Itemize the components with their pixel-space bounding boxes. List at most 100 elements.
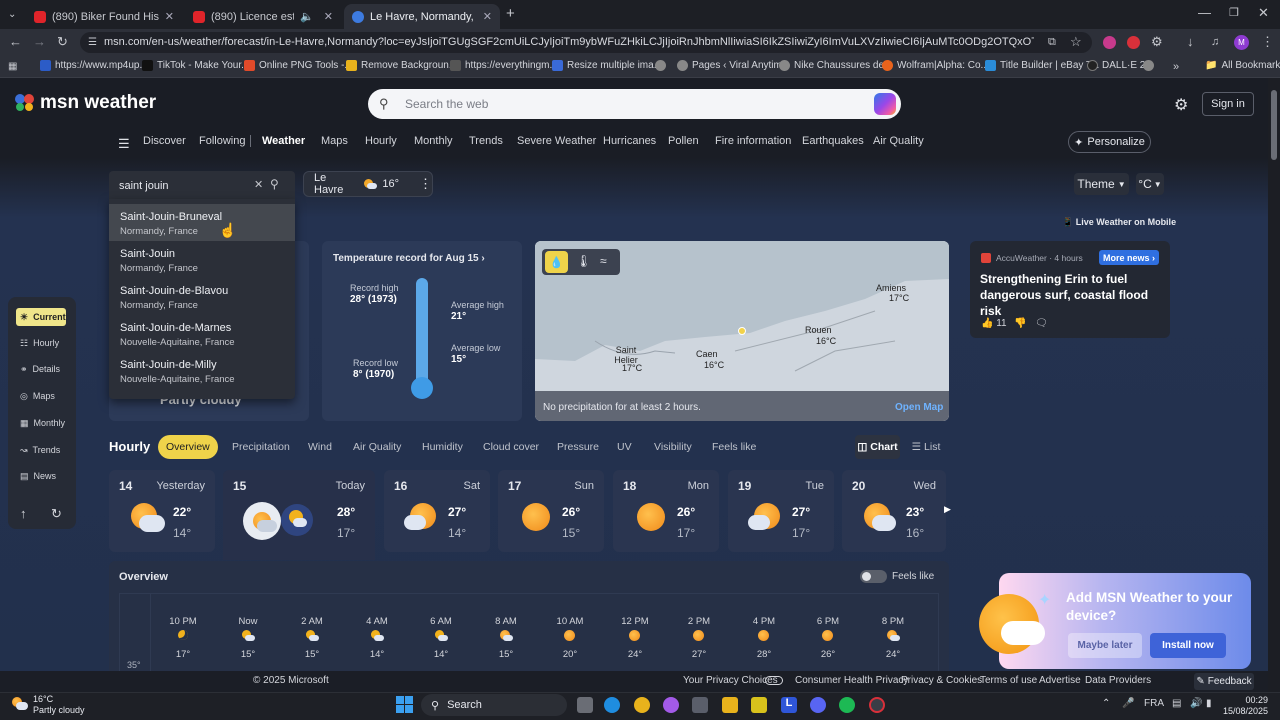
nav-following[interactable]: Following [199,135,245,147]
close-tab-icon[interactable]: ✕ [165,10,174,23]
nav-weather[interactable]: Weather [262,135,305,147]
tab-pressure[interactable]: Pressure [549,435,607,459]
new-tab-icon[interactable]: + [506,6,515,21]
bookmark-item[interactable]: https://everythingm... [450,60,558,71]
data-providers-link[interactable]: Data Providers [1085,675,1151,686]
feedback-button[interactable]: ✎ Feedback [1194,673,1254,690]
more-bookmarks-icon[interactable]: » [1173,60,1179,74]
refresh-icon[interactable]: ↻ [51,506,62,522]
nav-hourly[interactable]: Hourly [365,135,397,147]
tab-precipitation[interactable]: Precipitation [224,435,298,459]
extension-icon[interactable] [1103,36,1116,49]
install-app-icon[interactable]: ⧉ [1048,35,1056,49]
tab-search-icon[interactable]: ⌄ [8,8,16,22]
close-tab-icon[interactable]: ✕ [483,10,492,23]
media-icon[interactable]: ♫ [1211,35,1219,49]
nav-severe-weather[interactable]: Severe Weather [517,135,596,147]
unit-dropdown[interactable]: °C ▼ [1136,173,1164,195]
store-icon[interactable] [692,697,708,713]
close-window-icon[interactable]: ✕ [1258,6,1269,20]
tab-visibility[interactable]: Visibility [646,435,700,459]
next-days-arrow-icon[interactable]: ▶ [944,504,956,520]
personalize-button[interactable]: ✦ Personalize [1068,131,1151,153]
discord-icon[interactable] [810,697,826,713]
bookmark-item[interactable] [1143,60,1154,71]
l-app-icon[interactable]: L [781,697,797,713]
tab-2[interactable]: (890) Licence est interview 🔈 ✕ [185,4,341,29]
search-icon[interactable]: ⚲ [270,177,279,191]
maximize-icon[interactable]: ❐ [1229,6,1239,20]
sidenav-monthly[interactable]: ▦ Monthly [16,414,68,432]
taskbar-search[interactable]: ⚲ Search [421,694,567,716]
minimize-icon[interactable]: — [1198,6,1211,20]
health-privacy-link[interactable]: Consumer Health Privacy [795,675,908,686]
chevron-up-icon[interactable]: ⌃ [1102,698,1110,709]
sidenav-news[interactable]: ▤ News [16,467,68,485]
tab-air-quality[interactable]: Air Quality [345,435,409,459]
nav-trends[interactable]: Trends [469,135,503,147]
bookmark-item[interactable]: https://www.mp4up... [40,60,148,71]
precipitation-layer-icon[interactable]: 💧 [545,251,568,273]
back-icon[interactable]: ← [9,35,22,49]
app-icon[interactable] [869,697,885,713]
copilot-taskbar-icon[interactable] [663,697,679,713]
comment-icon[interactable]: 🗨 [1035,318,1048,329]
bookmark-star-icon[interactable]: ☆ [1070,35,1082,49]
dislike-icon[interactable]: 👎 [1014,318,1026,329]
windows-start-icon[interactable] [396,696,413,713]
scroll-top-icon[interactable]: ↑ [20,506,27,521]
taskbar-weather-widget[interactable]: 16°C Partly cloudy [33,694,85,716]
sidenav-maps[interactable]: ◎ Maps [16,387,68,405]
nav-hurricanes[interactable]: Hurricanes [603,135,656,147]
download-icon[interactable]: ↓ [1187,35,1194,49]
tab-uv[interactable]: UV [609,435,640,459]
nav-monthly[interactable]: Monthly [414,135,453,147]
day-card-today[interactable]: 15 Today 28° 17° [223,470,375,560]
chart-view-button[interactable]: ◫ Chart [855,435,900,459]
list-view-button[interactable]: ☰ List [906,435,946,459]
day-card[interactable]: 17 Sun 26° 15° [498,470,604,552]
tab-overview[interactable]: Overview [158,435,218,459]
spotify-icon[interactable] [839,697,855,713]
wind-layer-icon[interactable]: ≈ [600,254,607,268]
tab-active[interactable]: Le Havre, Normandy, France W ✕ [344,4,500,29]
day-card[interactable]: 20 Wed 23° 16° [842,470,946,552]
apps-grid-icon[interactable]: ▦ [8,60,17,74]
nav-earthquakes[interactable]: Earthquakes [802,135,864,147]
live-weather-mobile-link[interactable]: 📱 Live Weather on Mobile [1062,217,1176,228]
bookmark-item[interactable]: TikTok - Make Your... [142,60,249,71]
tab-wind[interactable]: Wind [300,435,340,459]
sidenav-hourly[interactable]: ☷ Hourly [16,334,68,352]
install-now-button[interactable]: Install now [1150,633,1226,658]
nav-pollen[interactable]: Pollen [668,135,699,147]
mic-icon[interactable]: 🎤 [1122,698,1134,709]
terms-link[interactable]: Terms of use [980,675,1037,686]
sidenav-current[interactable]: ☀ Current [16,308,66,326]
news-headline[interactable]: Strengthening Erin to fuel dangerous sur… [980,271,1160,319]
taskbar-clock[interactable]: 00:29 15/08/2025 [1223,695,1268,717]
nav-discover[interactable]: Discover [143,135,186,147]
bookmark-item[interactable]: Nike Chaussures de... [779,60,892,71]
battery-icon[interactable]: ▮ [1206,698,1212,709]
tab-1[interactable]: (890) Biker Found His Stolen Bi ✕ [26,4,182,29]
forward-icon[interactable]: → [33,35,46,49]
bookmark-item[interactable]: Wolfram|Alpha: Co... [882,60,989,71]
sidenav-details[interactable]: ⚭ Details [16,360,68,378]
like-button[interactable]: 👍 11 [981,318,1007,329]
extension-icon[interactable] [1127,36,1140,49]
nav-maps[interactable]: Maps [321,135,348,147]
suggestion-item[interactable]: Saint-Jouin-de-Milly Nouvelle-Aquitaine, … [109,352,295,389]
suggestion-item[interactable]: Saint-Jouin-de-Marnes Nouvelle-Aquitaine,… [109,315,295,352]
tab-feels-like[interactable]: Feels like [704,435,764,459]
clear-icon[interactable]: ✕ [254,178,263,191]
language-indicator[interactable]: FRA [1144,698,1164,709]
extensions-puzzle-icon[interactable]: ⚙ [1151,35,1163,49]
edge-icon[interactable] [604,697,620,713]
maybe-later-button[interactable]: Maybe later [1068,633,1142,658]
all-bookmarks[interactable]: 📁 All Bookmarks [1205,60,1280,71]
theme-dropdown[interactable]: Theme ▼ [1074,173,1129,195]
day-card[interactable]: 16 Sat 27° 14° [384,470,490,552]
gear-icon[interactable]: ⚙ [1174,95,1188,115]
bookmark-item[interactable]: Online PNG Tools -... [244,60,353,71]
record-title-link[interactable]: Temperature record for Aug 15 › [333,253,485,264]
